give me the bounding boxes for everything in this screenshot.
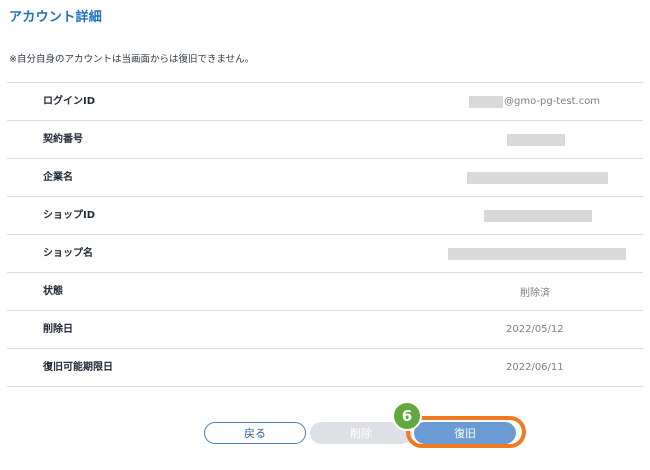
deleted-date-label: 削除日 (43, 324, 73, 335)
redacted-block (484, 209, 592, 222)
contract-no-value (507, 121, 565, 158)
company-name-label: 企業名 (43, 172, 73, 183)
page-title: アカウント詳細 (9, 10, 103, 25)
action-buttons: 戻る 削除 復旧 (0, 420, 650, 450)
detail-row-contract-no: 契約番号 (7, 121, 643, 159)
back-button[interactable]: 戻る (204, 422, 306, 444)
login-id-value: @gmo-pg-test.com (469, 83, 600, 120)
detail-row-company-name: 企業名 (7, 159, 643, 197)
restore-deadline-label: 復旧可能期限日 (43, 362, 113, 373)
status-label: 状態 (43, 286, 63, 297)
login-id-domain: @gmo-pg-test.com (504, 96, 601, 107)
login-id-label: ログインID (43, 96, 96, 107)
detail-row-deleted-date: 削除日 2022/05/12 (7, 311, 643, 349)
restore-notice: ※自分自身のアカウントは当画面からは復旧できません。 (9, 54, 255, 65)
detail-row-shop-name: ショップ名 (7, 235, 643, 273)
deleted-date-value: 2022/05/12 (506, 324, 564, 335)
shop-name-value (448, 235, 626, 272)
redacted-block (469, 95, 503, 108)
step-number-badge: 6 (392, 401, 422, 431)
company-name-value (467, 159, 608, 196)
account-detail-page: アカウント詳細 ※自分自身のアカウントは当画面からは復旧できません。 ログインI… (0, 0, 650, 470)
redacted-block (507, 133, 565, 146)
detail-row-restore-deadline: 復旧可能期限日 2022/06/11 (7, 349, 643, 387)
redacted-block (467, 171, 608, 184)
detail-row-status: 状態 削除済 (7, 273, 643, 311)
shop-id-value (484, 197, 592, 234)
detail-row-login-id: ログインID @gmo-pg-test.com (7, 83, 643, 121)
detail-row-shop-id: ショップID (7, 197, 643, 235)
restore-deadline-value: 2022/06/11 (506, 362, 564, 373)
contract-no-label: 契約番号 (43, 134, 83, 145)
account-detail-table: ログインID @gmo-pg-test.com 契約番号 企業名 ショップID (7, 82, 643, 387)
status-value: 削除済 (520, 288, 550, 299)
redacted-block (448, 247, 626, 260)
shop-name-label: ショップ名 (43, 248, 93, 259)
restore-button[interactable]: 復旧 (414, 422, 516, 444)
shop-id-label: ショップID (43, 210, 96, 221)
